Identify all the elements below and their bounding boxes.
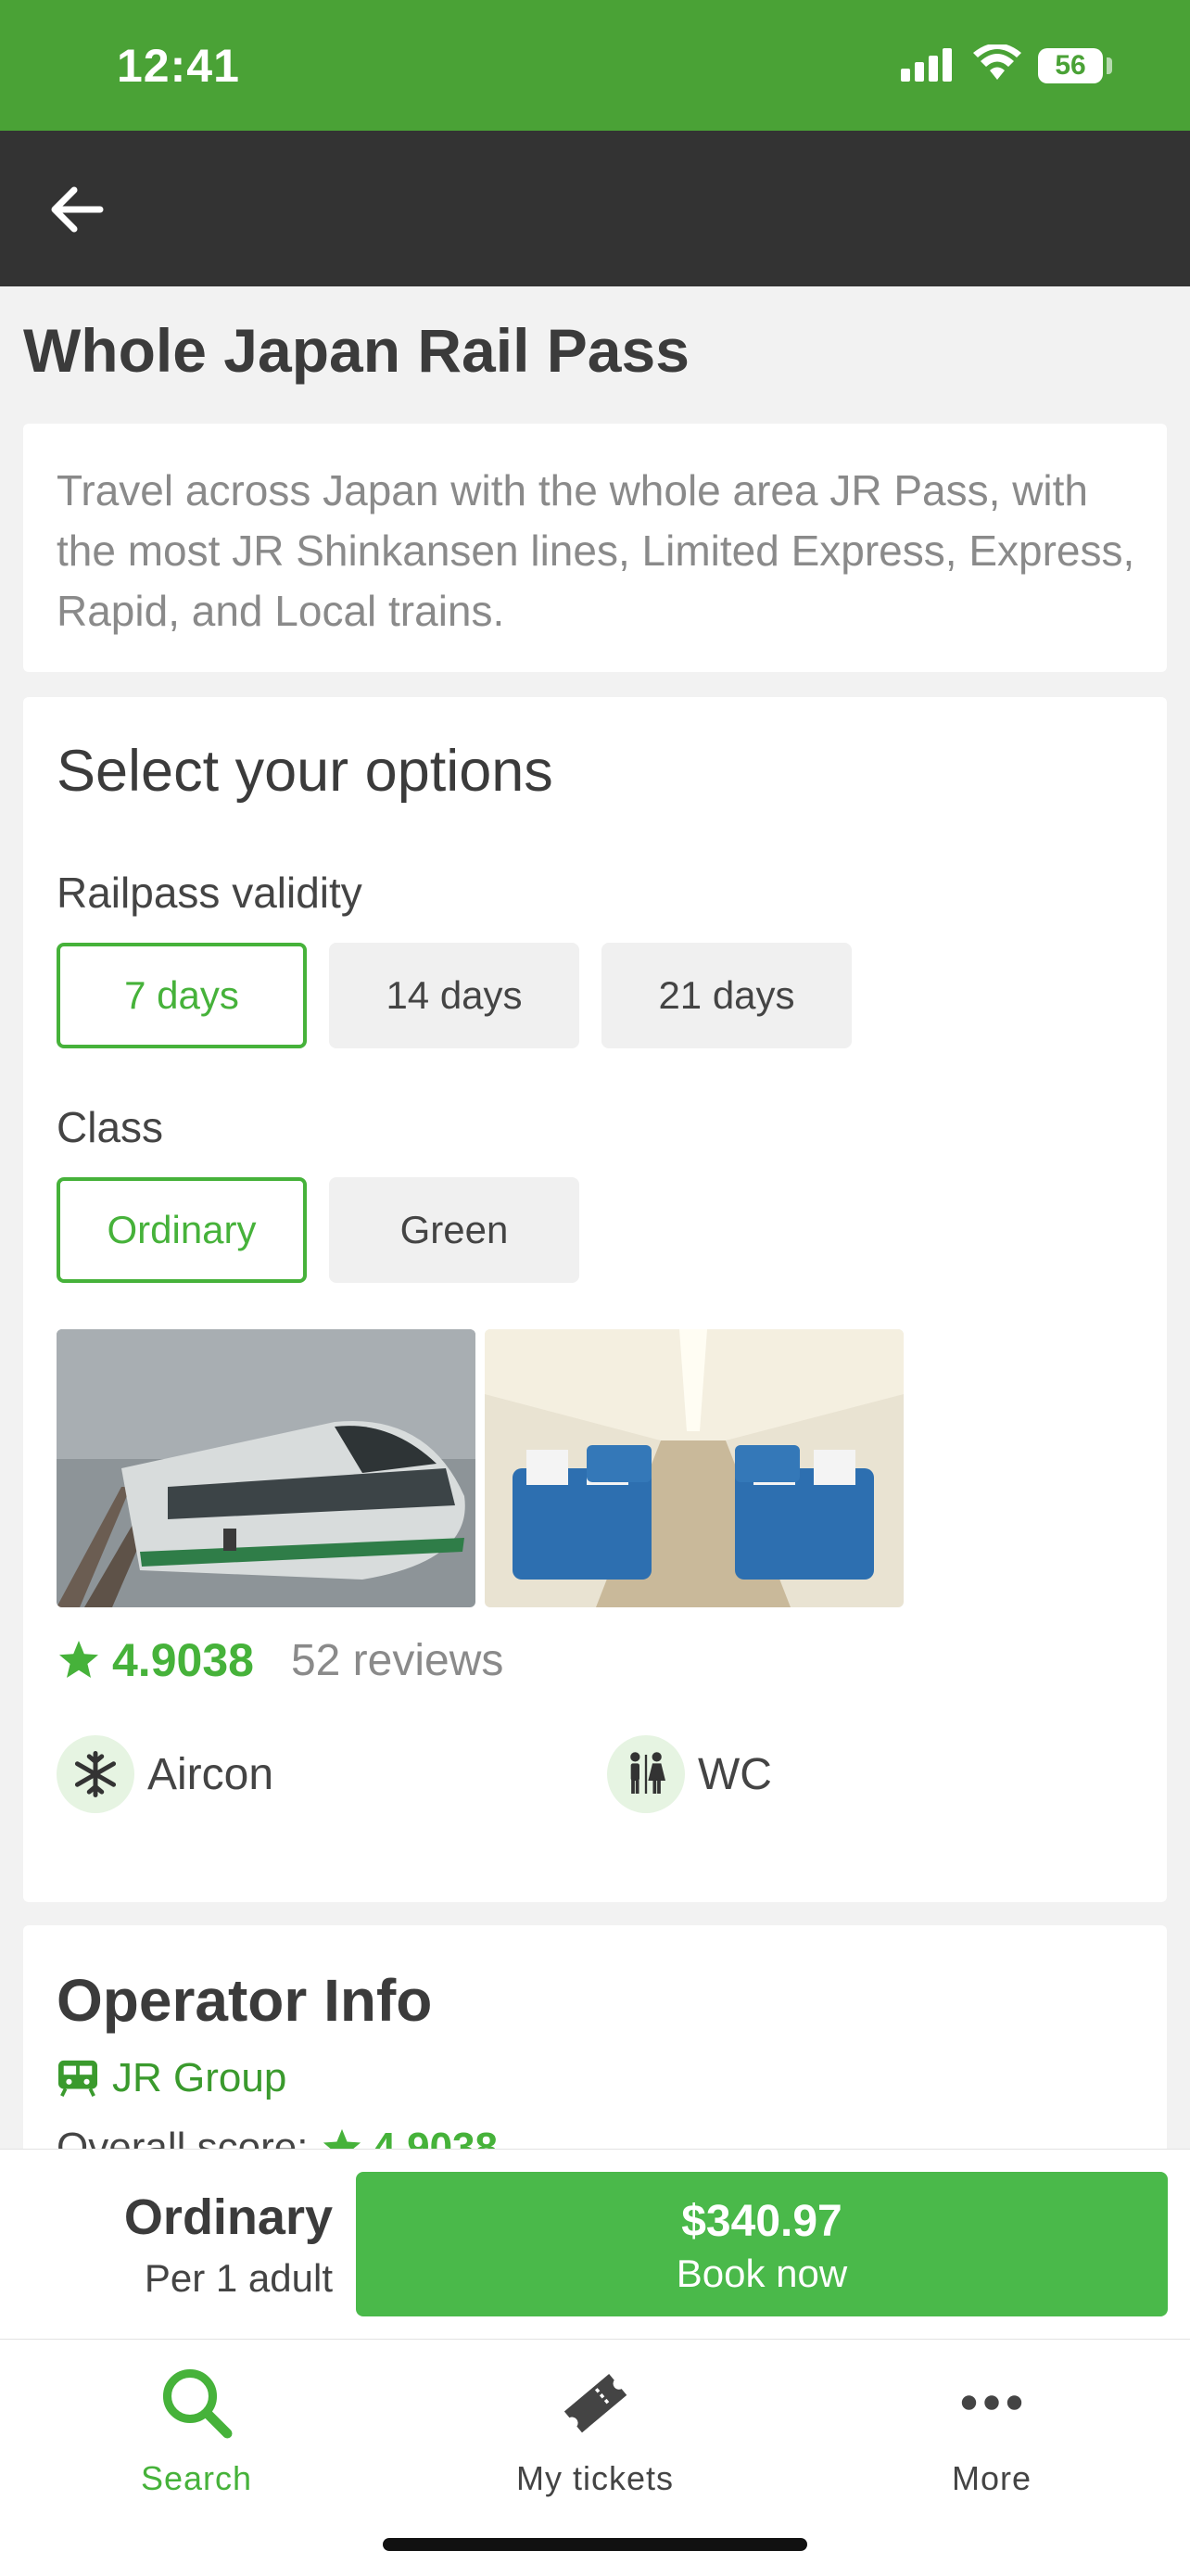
validity-option-14-days[interactable]: 14 days xyxy=(329,943,579,1048)
operator-name[interactable]: JR Group xyxy=(112,2055,286,2101)
search-icon xyxy=(162,2368,233,2439)
reviews-count[interactable]: 52 reviews xyxy=(291,1635,503,1686)
back-arrow-icon[interactable] xyxy=(46,179,108,240)
amenity-aircon-label: Aircon xyxy=(147,1749,274,1799)
train-exterior-photo[interactable] xyxy=(57,1329,475,1607)
class-label: Class xyxy=(57,1103,164,1151)
booking-bar: Ordinary Per 1 adult $340.97 Book now xyxy=(0,2149,1190,2340)
class-option-green[interactable]: Green xyxy=(329,1177,579,1283)
class-option-ordinary[interactable]: Ordinary xyxy=(57,1177,307,1283)
book-now-button[interactable]: $340.97 Book now xyxy=(356,2172,1168,2316)
battery-indicator: 56 xyxy=(1038,48,1103,83)
cellular-signal-icon xyxy=(901,48,952,82)
star-icon xyxy=(59,1641,98,1678)
validity-option-7-days[interactable]: 7 days xyxy=(57,943,307,1048)
train-interior-photo[interactable] xyxy=(485,1329,904,1607)
amenity-aircon: Aircon xyxy=(57,1735,273,1813)
amenity-wc: WC xyxy=(607,1735,772,1813)
options-card: Select your options Railpass validity 7 … xyxy=(23,697,1167,1902)
tab-more[interactable]: More xyxy=(853,2364,1131,2498)
battery-tip xyxy=(1107,57,1112,74)
description-card: Travel across Japan with the whole area … xyxy=(23,424,1167,672)
book-now-label: Book now xyxy=(676,2252,848,2295)
snowflake-icon xyxy=(57,1735,134,1813)
selected-class: Ordinary xyxy=(123,2189,333,2245)
price-per-unit: Per 1 adult xyxy=(144,2256,333,2300)
train-icon xyxy=(58,2060,97,2097)
options-heading: Select your options xyxy=(57,739,553,804)
rating-score: 4.9038 xyxy=(112,1634,254,1686)
home-indicator xyxy=(383,2538,807,2551)
page-title: Whole Japan Rail Pass xyxy=(23,316,690,385)
tab-search[interactable]: Search xyxy=(57,2364,335,2498)
tab-my-tickets[interactable]: My tickets xyxy=(456,2364,734,2498)
amenity-wc-label: WC xyxy=(698,1749,772,1799)
pass-description: Travel across Japan with the whole area … xyxy=(57,466,1135,635)
top-nav-bar xyxy=(0,131,1190,286)
status-bar: 12:41 56 xyxy=(0,0,1190,131)
restroom-icon xyxy=(607,1735,685,1813)
tab-more-label: More xyxy=(951,2459,1032,2497)
validity-label: Railpass validity xyxy=(57,869,362,917)
operator-heading: Operator Info xyxy=(57,1967,433,2034)
more-icon xyxy=(961,2395,1022,2410)
operator-link[interactable]: JR Group xyxy=(57,2055,286,2101)
validity-option-21-days[interactable]: 21 days xyxy=(601,943,852,1048)
rating-row: 4.9038 52 reviews xyxy=(57,1633,503,1687)
wifi-icon xyxy=(973,44,1021,80)
ticket-icon xyxy=(563,2374,627,2433)
tab-search-label: Search xyxy=(140,2459,253,2497)
book-price: $340.97 xyxy=(681,2197,842,2246)
status-time: 12:41 xyxy=(117,40,240,92)
tab-my-tickets-label: My tickets xyxy=(515,2459,674,2497)
